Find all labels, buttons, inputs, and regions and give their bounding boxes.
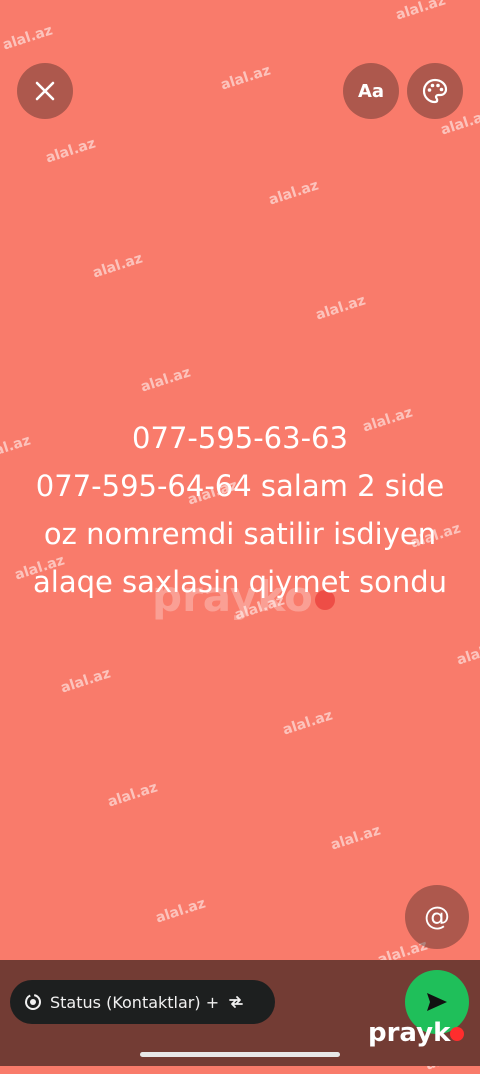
font-button[interactable]: Aa	[343, 63, 399, 119]
status-ring-icon	[25, 994, 41, 1010]
status-text[interactable]: 077-595-63-63 077-595-64-64 salam 2 side o…	[0, 414, 480, 606]
brand-watermark: prayk	[368, 1018, 465, 1048]
color-palette-button[interactable]	[407, 63, 463, 119]
status-text-line: 077-595-64-64 salam 2 side	[35, 469, 445, 503]
mention-button[interactable]: @	[405, 885, 469, 949]
audience-selector[interactable]: Status (Kontaktlar) +	[10, 980, 275, 1024]
status-text-line: 077-595-63-63	[132, 421, 348, 455]
audience-label: Status (Kontaktlar) +	[50, 992, 220, 1012]
home-indicator[interactable]	[140, 1052, 340, 1057]
send-icon	[427, 993, 447, 1011]
status-text-line: oz nomremdi satilir isdiyen	[43, 517, 437, 551]
at-icon: @	[424, 902, 450, 932]
status-text-line: alaqe saxlasin qiymet sondu	[32, 565, 448, 599]
repeat-icon	[229, 996, 244, 1008]
palette-icon	[422, 78, 448, 104]
close-icon	[35, 81, 55, 101]
close-button[interactable]	[17, 63, 73, 119]
font-label: Aa	[357, 80, 385, 102]
